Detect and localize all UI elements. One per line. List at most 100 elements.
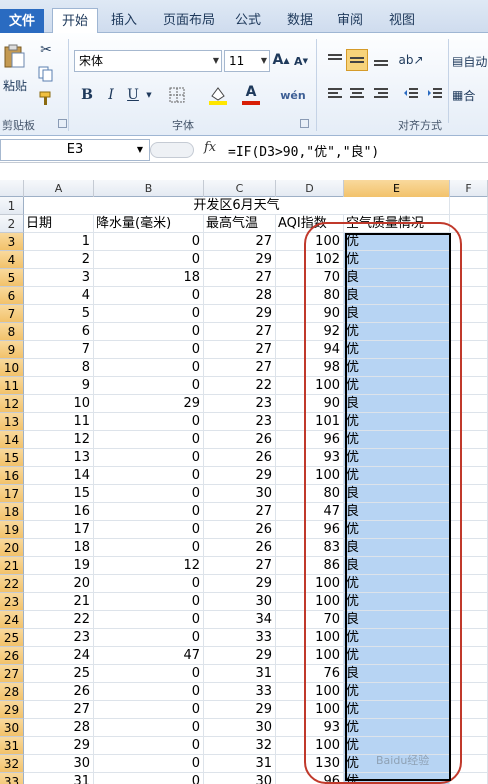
cell-air-quality[interactable]: 优: [344, 683, 450, 701]
cell-precipitation[interactable]: 0: [94, 575, 204, 593]
tab-home[interactable]: 开始: [52, 8, 98, 34]
cell-precipitation[interactable]: 0: [94, 449, 204, 467]
merge-center-button[interactable]: ▦ 合: [452, 85, 488, 105]
header-precipitation[interactable]: 降水量(毫米): [94, 215, 204, 233]
cell-air-quality[interactable]: 良: [344, 665, 450, 683]
cell-date[interactable]: 28: [24, 719, 94, 737]
cell-aqi[interactable]: 100: [276, 737, 344, 755]
cell[interactable]: [450, 341, 488, 359]
phonetic-button[interactable]: wén: [280, 83, 306, 107]
cell-max-temp[interactable]: 31: [204, 755, 276, 773]
tab-review[interactable]: 审阅: [330, 8, 370, 33]
cell-aqi[interactable]: 98: [276, 359, 344, 377]
cell[interactable]: [450, 395, 488, 413]
orientation-icon[interactable]: ab↗: [398, 49, 423, 71]
cell[interactable]: [450, 431, 488, 449]
cell[interactable]: [450, 287, 488, 305]
insert-function-button[interactable]: fx: [204, 140, 216, 155]
chevron-down-icon[interactable]: ▼: [144, 85, 154, 105]
column-header-a[interactable]: A: [24, 180, 94, 197]
align-bottom-icon[interactable]: [370, 49, 392, 71]
cell-aqi[interactable]: 80: [276, 485, 344, 503]
cell-date[interactable]: 4: [24, 287, 94, 305]
cell[interactable]: [450, 755, 488, 773]
cell-max-temp[interactable]: 33: [204, 683, 276, 701]
cell-date[interactable]: 22: [24, 611, 94, 629]
cell-air-quality[interactable]: 良: [344, 269, 450, 287]
column-header-e[interactable]: E: [344, 180, 450, 197]
cell-aqi[interactable]: 90: [276, 395, 344, 413]
cell-date[interactable]: 6: [24, 323, 94, 341]
row-header[interactable]: 10: [0, 359, 24, 377]
cell-date[interactable]: 19: [24, 557, 94, 575]
cell-aqi[interactable]: 101: [276, 413, 344, 431]
formula-bar-resizer[interactable]: [150, 142, 194, 158]
row-header[interactable]: 13: [0, 413, 24, 431]
cell[interactable]: [450, 539, 488, 557]
cell-precipitation[interactable]: 0: [94, 701, 204, 719]
row-header[interactable]: 23: [0, 593, 24, 611]
cell-max-temp[interactable]: 29: [204, 305, 276, 323]
cell-date[interactable]: 30: [24, 755, 94, 773]
cell[interactable]: [450, 557, 488, 575]
cell-date[interactable]: 27: [24, 701, 94, 719]
cell-max-temp[interactable]: 30: [204, 773, 276, 784]
cell[interactable]: [450, 485, 488, 503]
cell-date[interactable]: 12: [24, 431, 94, 449]
cell-date[interactable]: 16: [24, 503, 94, 521]
align-center-icon[interactable]: [346, 83, 368, 105]
cell-max-temp[interactable]: 27: [204, 323, 276, 341]
header-aqi[interactable]: AQI指数: [276, 215, 344, 233]
cell-precipitation[interactable]: 0: [94, 719, 204, 737]
row-header[interactable]: 8: [0, 323, 24, 341]
cell-aqi[interactable]: 100: [276, 701, 344, 719]
cell-air-quality[interactable]: 良: [344, 557, 450, 575]
cell-aqi[interactable]: 94: [276, 341, 344, 359]
row-header[interactable]: 5: [0, 269, 24, 287]
cell-date[interactable]: 17: [24, 521, 94, 539]
column-header-c[interactable]: C: [204, 180, 276, 197]
cell-precipitation[interactable]: 0: [94, 665, 204, 683]
cell-date[interactable]: 13: [24, 449, 94, 467]
cell-aqi[interactable]: 100: [276, 467, 344, 485]
cell-precipitation[interactable]: 47: [94, 647, 204, 665]
row-header[interactable]: 29: [0, 701, 24, 719]
cell-max-temp[interactable]: 33: [204, 629, 276, 647]
font-size-select[interactable]: 11 ▼: [224, 50, 270, 72]
cell-max-temp[interactable]: 27: [204, 341, 276, 359]
cell-air-quality[interactable]: 优: [344, 647, 450, 665]
cell-precipitation[interactable]: 0: [94, 287, 204, 305]
row-header[interactable]: 3: [0, 233, 24, 251]
cell-precipitation[interactable]: 18: [94, 269, 204, 287]
cell-date[interactable]: 5: [24, 305, 94, 323]
cell-aqi[interactable]: 80: [276, 287, 344, 305]
cell-max-temp[interactable]: 27: [204, 557, 276, 575]
cell-date[interactable]: 21: [24, 593, 94, 611]
cell-date[interactable]: 29: [24, 737, 94, 755]
shrink-font-button[interactable]: A ▼: [292, 52, 310, 70]
cell-air-quality[interactable]: 优: [344, 575, 450, 593]
cell[interactable]: [450, 305, 488, 323]
cell-precipitation[interactable]: 0: [94, 521, 204, 539]
row-header[interactable]: 7: [0, 305, 24, 323]
cell-air-quality[interactable]: 优: [344, 377, 450, 395]
cell-precipitation[interactable]: 0: [94, 593, 204, 611]
cell[interactable]: [450, 233, 488, 251]
font-launcher-icon[interactable]: [300, 119, 309, 128]
cell-date[interactable]: 14: [24, 467, 94, 485]
format-painter-icon[interactable]: [36, 89, 56, 107]
cell-air-quality[interactable]: 良: [344, 287, 450, 305]
cell[interactable]: [450, 719, 488, 737]
tab-insert[interactable]: 插入: [104, 8, 144, 33]
cell[interactable]: [450, 575, 488, 593]
cell-max-temp[interactable]: 23: [204, 395, 276, 413]
cell-max-temp[interactable]: 27: [204, 503, 276, 521]
formula-input[interactable]: =IF(D3>90,"优","良"): [228, 141, 379, 160]
cell-air-quality[interactable]: 优: [344, 629, 450, 647]
row-header[interactable]: 24: [0, 611, 24, 629]
copy-icon[interactable]: [36, 65, 56, 83]
cell-air-quality[interactable]: 优: [344, 467, 450, 485]
cell[interactable]: [450, 467, 488, 485]
cell-date[interactable]: 24: [24, 647, 94, 665]
cell-precipitation[interactable]: 0: [94, 323, 204, 341]
